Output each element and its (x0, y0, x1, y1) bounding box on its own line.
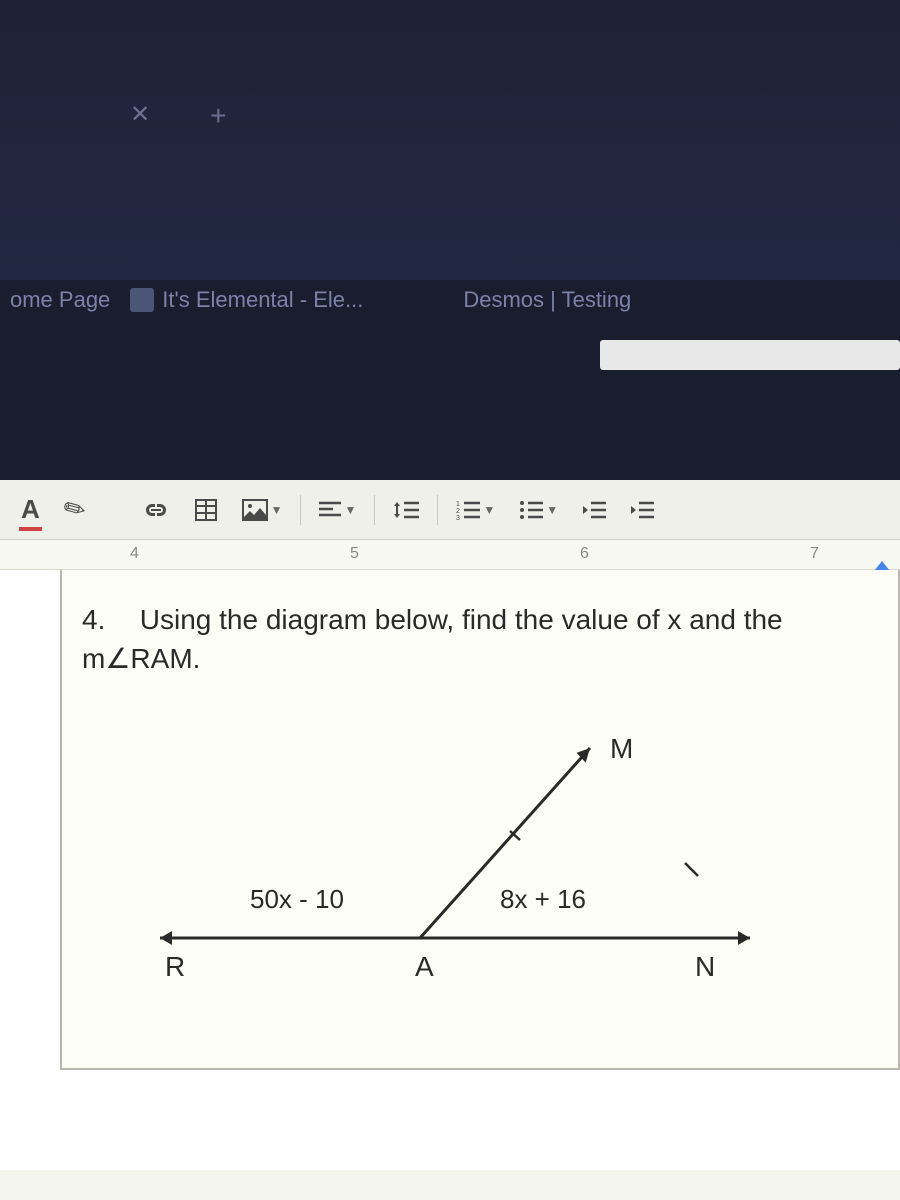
highlighter-button[interactable]: ✎ (58, 490, 92, 529)
angle-left-label: 50x - 10 (250, 884, 344, 914)
bookmark-desmos[interactable]: Desmos | Testing (463, 287, 631, 313)
ruler-mark: 7 (810, 545, 819, 563)
increase-indent-icon (630, 500, 654, 520)
link-icon (142, 500, 170, 520)
bookmark-home-page[interactable]: ome Page (10, 287, 110, 313)
align-button[interactable]: ▼ (313, 497, 362, 523)
chevron-down-icon: ▼ (483, 503, 495, 517)
bookmark-label: It's Elemental - Ele... (162, 287, 363, 313)
bookmark-elemental[interactable]: It's Elemental - Ele... (130, 287, 363, 313)
svg-text:1: 1 (456, 501, 460, 508)
bookmark-label: ome Page (10, 287, 110, 313)
align-icon (319, 501, 341, 519)
address-bar[interactable] (600, 340, 900, 370)
close-tab-icon[interactable]: ✕ (130, 100, 150, 132)
point-r-label: R (165, 951, 185, 982)
formatting-toolbar: A ✎ ▼ (0, 480, 900, 540)
geometry-diagram: R A M N 50x - 10 8x + 16 (82, 708, 878, 1008)
toolbar-separator (300, 495, 301, 525)
table-cell[interactable]: 4. Using the diagram below, find the val… (60, 570, 900, 1070)
text-color-swatch (19, 527, 42, 531)
decrease-indent-button[interactable] (576, 496, 612, 524)
diagram-svg: R A M N 50x - 10 8x + 16 (82, 708, 878, 1008)
text-color-button[interactable]: A (15, 490, 46, 529)
toolbar-separator (437, 495, 438, 525)
numbered-list-button[interactable]: 1 2 3 ▼ (450, 496, 501, 524)
svg-text:3: 3 (456, 515, 460, 520)
line-spacing-button[interactable] (387, 496, 425, 524)
increase-indent-button[interactable] (624, 496, 660, 524)
document-page[interactable]: 4. Using the diagram below, find the val… (0, 570, 900, 1170)
line-spacing-icon (393, 500, 419, 520)
image-icon (242, 499, 268, 521)
question-number: 4. (82, 600, 132, 639)
document-area: A ✎ ▼ (0, 480, 900, 1200)
question-text: 4. Using the diagram below, find the val… (82, 600, 878, 678)
chevron-down-icon: ▼ (271, 503, 283, 517)
chevron-down-icon: ▼ (344, 503, 356, 517)
bullet-list-icon (519, 500, 543, 520)
bullet-list-button[interactable]: ▼ (513, 496, 564, 524)
point-m-label: M (610, 733, 633, 764)
insert-table-button[interactable] (188, 494, 224, 526)
ruler-mark: 6 (580, 545, 589, 563)
toolbar-separator (374, 495, 375, 525)
bookmark-label: Desmos | Testing (463, 287, 631, 313)
decrease-indent-icon (582, 500, 606, 520)
highlighter-icon: ✎ (57, 491, 91, 529)
point-n-label: N (695, 951, 715, 982)
angle-right-label: 8x + 16 (500, 884, 586, 914)
table-icon (194, 498, 218, 522)
svg-text:2: 2 (456, 508, 460, 515)
point-a-label: A (415, 951, 434, 982)
ruler-mark: 5 (350, 545, 359, 563)
question-body: Using the diagram below, find the value … (82, 604, 783, 674)
chevron-down-icon: ▼ (546, 503, 558, 517)
new-tab-icon[interactable]: + (210, 100, 226, 132)
bookmarks-bar: ome Page It's Elemental - Ele... Desmos … (0, 270, 900, 330)
numbered-list-icon: 1 2 3 (456, 500, 480, 520)
favicon-icon (130, 288, 154, 312)
insert-link-button[interactable] (136, 496, 176, 524)
ruler-mark: 4 (130, 545, 139, 563)
ruler[interactable]: 4 5 6 7 (0, 540, 900, 570)
insert-image-button[interactable]: ▼ (236, 495, 289, 525)
